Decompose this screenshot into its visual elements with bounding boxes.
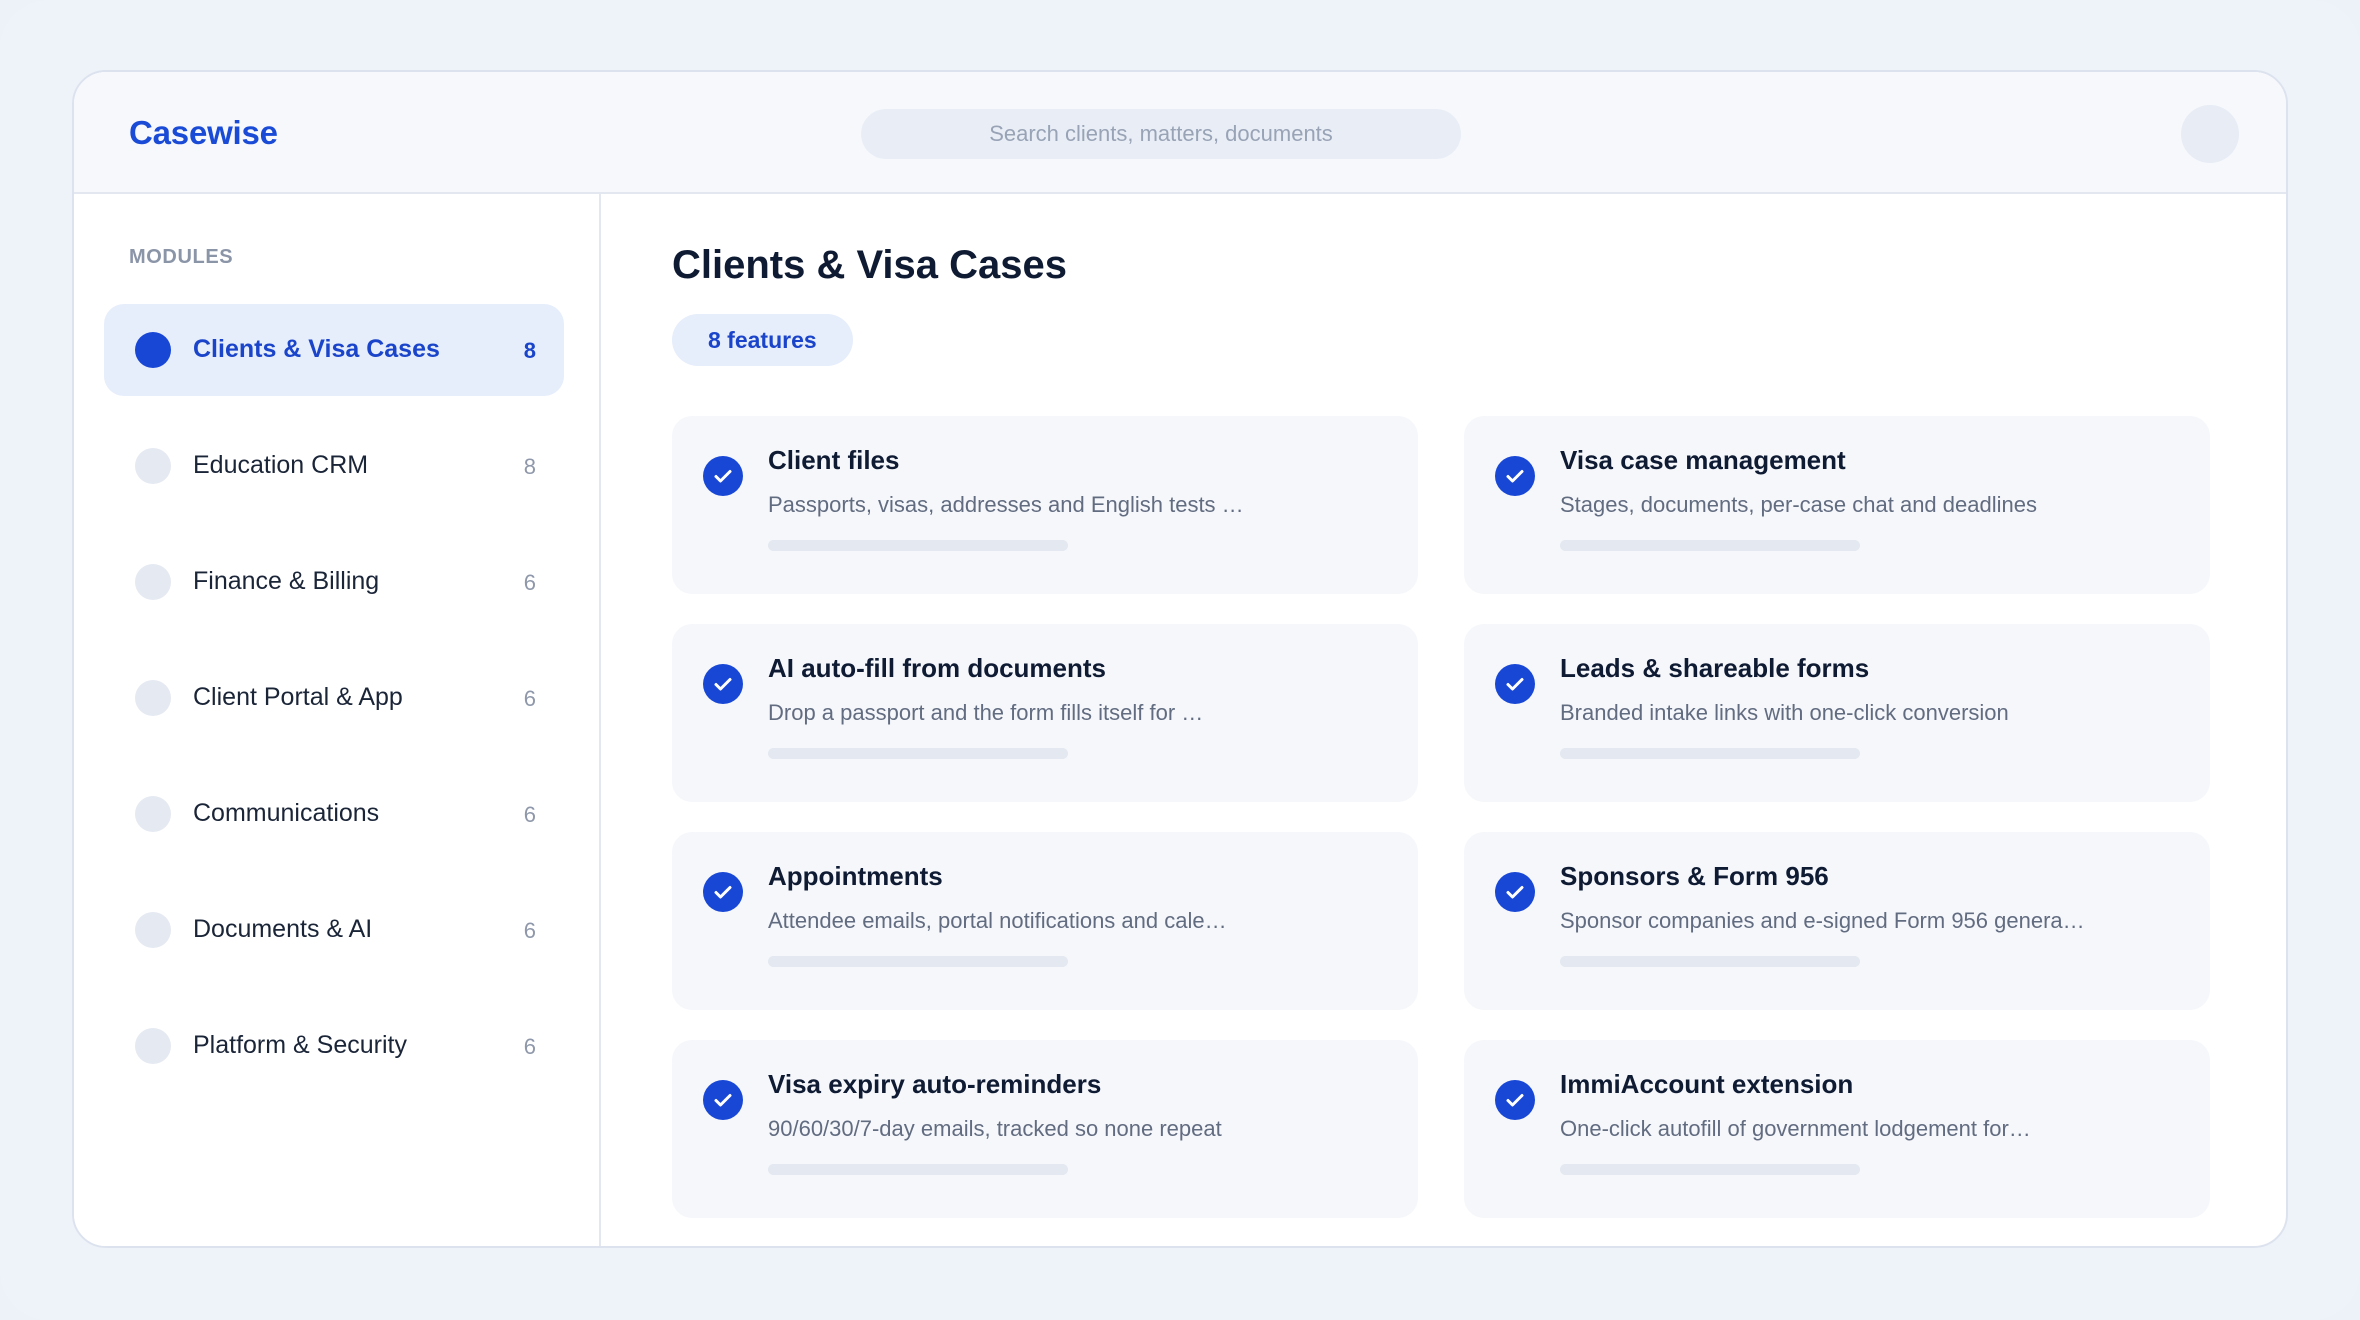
feature-description: One-click autofill of government lodgeme… — [1560, 1116, 2031, 1141]
sidebar-item-client-portal-app[interactable]: Client Portal & App 6 — [104, 652, 564, 744]
feature-grid: Client files Passports, visas, addresses… — [672, 416, 2210, 1218]
feature-card[interactable]: Appointments Attendee emails, portal not… — [672, 832, 1418, 1010]
feature-description: 90/60/30/7-day emails, tracked so none r… — [768, 1116, 1222, 1141]
feature-placeholder-bar — [768, 1164, 1068, 1175]
sidebar-item-documents-ai[interactable]: Documents & AI 6 — [104, 884, 564, 976]
feature-placeholder-bar — [768, 540, 1068, 551]
feature-placeholder-bar — [1560, 540, 1860, 551]
feature-card[interactable]: Sponsors & Form 956 Sponsor companies an… — [1464, 832, 2210, 1010]
sidebar-item-communications[interactable]: Communications 6 — [104, 768, 564, 860]
feature-card[interactable]: Visa expiry auto-reminders 90/60/30/7-da… — [672, 1040, 1418, 1218]
sidebar-item-finance-billing[interactable]: Finance & Billing 6 — [104, 536, 564, 628]
app-window: Casewise Search clients, matters, docume… — [72, 70, 2288, 1248]
feature-placeholder-bar — [1560, 956, 1860, 967]
feature-description: Stages, documents, per-case chat and dea… — [1560, 492, 2037, 517]
search-input[interactable]: Search clients, matters, documents — [861, 109, 1461, 159]
page-background: Casewise Search clients, matters, docume… — [0, 0, 2360, 1320]
feature-card[interactable]: Client files Passports, visas, addresses… — [672, 416, 1418, 594]
feature-title: Visa case management — [1560, 445, 1846, 475]
module-dot-icon — [135, 680, 171, 716]
feature-placeholder-bar — [1560, 1164, 1860, 1175]
feature-description: Branded intake links with one-click conv… — [1560, 700, 2009, 725]
sidebar-item-label: Platform & Security — [193, 1031, 407, 1059]
sidebar-item-label: Client Portal & App — [193, 683, 403, 711]
check-circle-icon — [1495, 664, 1535, 704]
feature-description: Drop a passport and the form fills itsel… — [768, 700, 1204, 725]
sidebar-item-education-crm[interactable]: Education CRM 8 — [104, 420, 564, 512]
feature-card[interactable]: AI auto-fill from documents Drop a passp… — [672, 624, 1418, 802]
main-content: Clients & Visa Cases 8 features Client f… — [601, 194, 2286, 1246]
module-dot-icon — [135, 332, 171, 368]
search-placeholder: Search clients, matters, documents — [989, 121, 1333, 146]
sidebar-item-count: 6 — [523, 1034, 536, 1059]
feature-title: Sponsors & Form 956 — [1560, 861, 1829, 891]
sidebar-item-count: 6 — [523, 918, 536, 943]
feature-description: Sponsor companies and e-signed Form 956 … — [1560, 908, 2085, 933]
feature-description: Attendee emails, portal notifications an… — [768, 908, 1227, 933]
module-dot-icon — [135, 564, 171, 600]
feature-title: AI auto-fill from documents — [768, 653, 1106, 683]
feature-card[interactable]: Leads & shareable forms Branded intake l… — [1464, 624, 2210, 802]
feature-title: Appointments — [768, 861, 943, 891]
check-circle-icon — [703, 1080, 743, 1120]
avatar[interactable] — [2181, 105, 2239, 163]
check-circle-icon — [1495, 872, 1535, 912]
sidebar-heading: MODULES — [129, 246, 234, 268]
sidebar-item-clients-visa-cases[interactable]: Clients & Visa Cases 8 — [104, 304, 564, 396]
feature-card[interactable]: ImmiAccount extension One-click autofill… — [1464, 1040, 2210, 1218]
feature-placeholder-bar — [768, 956, 1068, 967]
brand-logo[interactable]: Casewise — [129, 114, 278, 152]
sidebar-item-count: 6 — [523, 686, 536, 711]
top-bar: Casewise Search clients, matters, docume… — [74, 72, 2286, 194]
check-circle-icon — [1495, 1080, 1535, 1120]
module-dot-icon — [135, 912, 171, 948]
check-circle-icon — [703, 872, 743, 912]
feature-placeholder-bar — [1560, 748, 1860, 759]
module-list: Clients & Visa Cases 8 Education CRM 8 F… — [104, 304, 564, 1116]
feature-title: Client files — [768, 445, 900, 475]
sidebar-item-label: Communications — [193, 799, 380, 827]
feature-title: Visa expiry auto-reminders — [768, 1069, 1102, 1099]
feature-title: Leads & shareable forms — [1560, 653, 1870, 683]
module-dot-icon — [135, 1028, 171, 1064]
feature-placeholder-bar — [768, 748, 1068, 759]
check-circle-icon — [703, 664, 743, 704]
feature-card[interactable]: Visa case management Stages, documents, … — [1464, 416, 2210, 594]
sidebar-item-count: 8 — [523, 338, 536, 363]
sidebar-item-count: 8 — [523, 454, 536, 479]
sidebar-item-count: 6 — [523, 570, 536, 595]
feature-count-badge: 8 features — [672, 314, 853, 366]
sidebar: MODULES Clients & Visa Cases 8 Education… — [74, 194, 601, 1246]
sidebar-item-label: Education CRM — [193, 451, 369, 479]
feature-description: Passports, visas, addresses and English … — [768, 492, 1244, 517]
feature-title: ImmiAccount extension — [1560, 1069, 1854, 1099]
sidebar-item-label: Finance & Billing — [193, 567, 380, 595]
sidebar-item-count: 6 — [523, 802, 536, 827]
sidebar-item-platform-security[interactable]: Platform & Security 6 — [104, 1000, 564, 1092]
check-circle-icon — [703, 456, 743, 496]
module-dot-icon — [135, 796, 171, 832]
sidebar-item-label: Documents & AI — [193, 915, 373, 943]
page-title: Clients & Visa Cases — [672, 243, 1068, 287]
check-circle-icon — [1495, 456, 1535, 496]
module-dot-icon — [135, 448, 171, 484]
sidebar-item-label: Clients & Visa Cases — [193, 335, 440, 363]
